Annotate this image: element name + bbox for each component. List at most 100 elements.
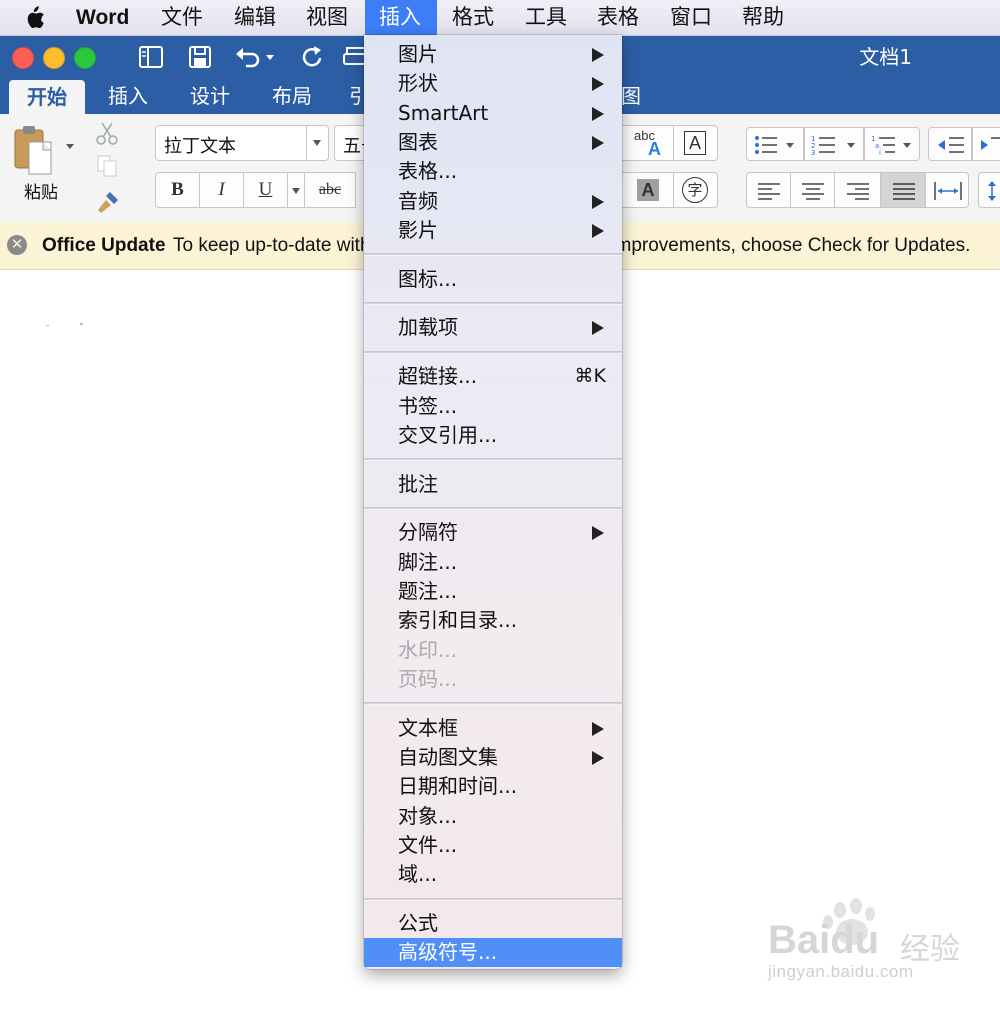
menu-window[interactable]: 窗口 [656, 0, 726, 35]
menu-item[interactable]: 文件... [364, 831, 622, 860]
char-shading-button[interactable]: A [622, 172, 674, 208]
menu-item[interactable]: 超链接... ⌘K [364, 362, 622, 391]
numbering-button[interactable]: 1 2 3 [804, 127, 864, 161]
menu-separator [364, 350, 622, 354]
menu-item[interactable]: 图标... [364, 265, 622, 294]
menu-item[interactable]: 书签... [364, 392, 622, 421]
menu-item[interactable]: 对象... [364, 802, 622, 831]
menu-item[interactable]: 索引和目录... [364, 606, 622, 635]
menu-format[interactable]: 格式 [438, 0, 508, 35]
menu-item: 页码... [364, 665, 622, 694]
menu-table[interactable]: 表格 [583, 0, 653, 35]
menu-item-label: 表格... [398, 159, 458, 184]
menu-item-label: 题注... [398, 579, 458, 603]
menu-item-label: 交叉引用... [398, 422, 498, 447]
char-border-button[interactable]: A [673, 125, 718, 161]
menu-item-label: 页码... [398, 666, 458, 691]
paste-dropdown-arrow-icon[interactable] [66, 144, 74, 149]
menu-item[interactable]: 交叉引用... [364, 421, 622, 450]
menu-item[interactable]: 日期和时间... [364, 772, 622, 801]
menu-item[interactable]: 文本框 [364, 714, 622, 743]
menu-file[interactable]: 文件 [147, 0, 217, 35]
align-left-button[interactable] [746, 172, 791, 208]
menu-item[interactable]: 加载项 [364, 313, 622, 342]
zoom-window-button[interactable] [74, 47, 96, 69]
multilevel-list-button[interactable]: 1 a i [864, 127, 920, 161]
close-circle-icon[interactable]: ✕ [7, 235, 27, 255]
print-icon[interactable] [343, 42, 365, 72]
bullets-button[interactable] [746, 127, 804, 161]
insert-dropdown-menu: 图片 形状 SmartArt 图表 表格... 音频 影片图标... 加载项超链接... ⌘K 书… [364, 35, 622, 969]
menu-tools[interactable]: 工具 [511, 0, 581, 35]
menu-item[interactable]: 形状 [364, 69, 622, 98]
char-border-label: A [684, 131, 706, 155]
submenu-arrow-icon [592, 321, 604, 336]
menu-item[interactable]: 自动图文集 [364, 743, 622, 772]
menu-item-label: 脚注... [398, 549, 458, 574]
menu-item[interactable]: 表格... [364, 157, 622, 186]
phonetic-label: 字 [682, 177, 708, 203]
menu-item-label: 索引和目录... [398, 608, 518, 633]
menu-item[interactable]: 分隔符 [364, 518, 622, 547]
chevron-down-icon[interactable] [313, 140, 321, 146]
menu-help[interactable]: 帮助 [728, 0, 798, 35]
undo-icon[interactable] [232, 42, 276, 72]
close-window-button[interactable] [12, 47, 34, 69]
menu-item[interactable]: 公式 [364, 909, 622, 938]
menu-item[interactable]: 影片 [364, 216, 622, 245]
align-right-button[interactable] [834, 172, 881, 208]
strikethrough-button[interactable]: abc [304, 172, 356, 208]
menu-item[interactable]: 图片 [364, 40, 622, 69]
phonetic-guide-button[interactable]: 字 [673, 172, 718, 208]
menu-item[interactable]: 题注... [364, 577, 622, 606]
sidebar-toggle-icon[interactable] [136, 42, 166, 72]
menu-view[interactable]: 视图 [292, 0, 362, 35]
decrease-indent-button[interactable] [928, 127, 972, 161]
format-painter-icon[interactable] [94, 190, 120, 216]
char-shading-label: A [637, 179, 659, 201]
menu-edit[interactable]: 编辑 [220, 0, 290, 35]
menu-separator [364, 897, 622, 901]
tab-design[interactable]: 设计 [174, 78, 246, 114]
copy-icon[interactable] [96, 154, 118, 178]
menu-item[interactable]: 脚注... [364, 548, 622, 577]
menu-item[interactable]: 图表 [364, 128, 622, 157]
document-canvas-mark [80, 323, 83, 325]
apple-logo-icon[interactable] [20, 6, 46, 30]
menu-item-label: 形状 [398, 71, 438, 96]
menu-item[interactable]: 域... [364, 860, 622, 889]
distributed-button[interactable] [925, 172, 969, 208]
minimize-window-button[interactable] [43, 47, 65, 69]
save-icon[interactable] [185, 42, 215, 72]
bold-button[interactable]: B [155, 172, 200, 208]
paste-clipboard-icon[interactable] [12, 124, 56, 176]
redo-icon[interactable] [296, 42, 326, 72]
menu-item[interactable]: 高级符号... [364, 938, 622, 968]
tab-home[interactable]: 开始 [9, 80, 85, 114]
font-name-combo[interactable]: 拉丁文本 [155, 125, 329, 161]
menu-item-label: SmartArt [398, 100, 489, 125]
menu-separator [364, 301, 622, 305]
align-center-button[interactable] [790, 172, 835, 208]
menu-item[interactable]: 音频 [364, 187, 622, 216]
underline-button[interactable]: U [243, 172, 288, 208]
menu-insert[interactable]: 插入 [365, 0, 437, 35]
tab-layout[interactable]: 布局 [256, 78, 328, 114]
menu-app-word[interactable]: Word [62, 0, 143, 35]
line-spacing-button[interactable] [978, 172, 1000, 208]
align-center-icon [802, 183, 824, 200]
menu-item[interactable]: 批注 [364, 470, 622, 499]
increase-indent-button[interactable] [972, 127, 1000, 161]
menu-item[interactable]: SmartArt [364, 99, 622, 128]
macos-menu-bar: Word 文件 编辑 视图 插入 格式 工具 表格 窗口 帮助 [0, 0, 1000, 36]
underline-dropdown[interactable] [287, 172, 305, 208]
cut-scissors-icon[interactable] [94, 120, 120, 146]
justify-button[interactable] [880, 172, 926, 208]
multilevel-list-icon: 1 a i [871, 135, 911, 156]
submenu-arrow-icon [592, 223, 604, 238]
paste-label[interactable]: 粘贴 [24, 178, 58, 203]
divider [306, 126, 307, 160]
italic-button[interactable]: I [199, 172, 244, 208]
tab-insert[interactable]: 插入 [92, 78, 164, 114]
text-effects-button[interactable]: abc A [622, 125, 674, 161]
